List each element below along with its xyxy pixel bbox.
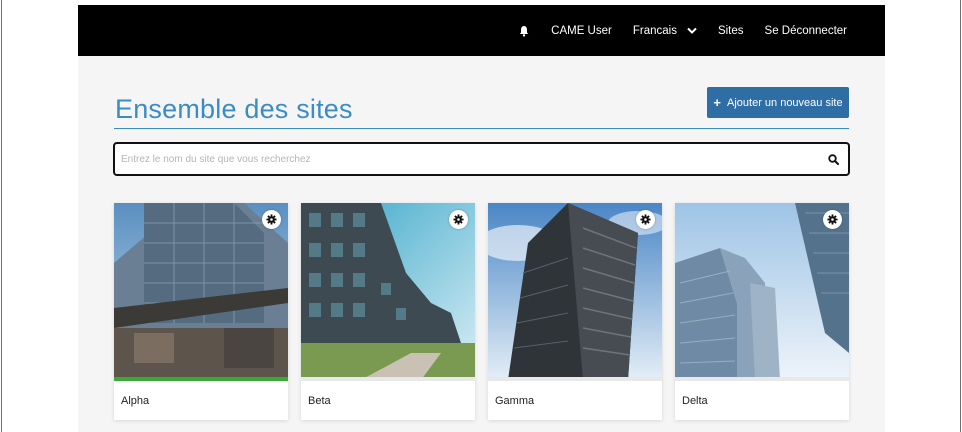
bell-icon — [519, 25, 529, 37]
gear-icon — [266, 214, 277, 225]
site-card-gamma[interactable]: Gamma — [488, 203, 662, 420]
site-image — [488, 203, 662, 380]
site-name: Gamma — [495, 395, 535, 407]
top-nav-bar: CAME User Francais Sites Se Déconnecter — [78, 5, 885, 56]
search-icon — [827, 153, 839, 165]
search-bar — [113, 142, 850, 176]
site-card-alpha[interactable]: Alpha — [114, 203, 288, 420]
site-card-delta[interactable]: Delta — [675, 203, 849, 420]
site-status-bar — [114, 377, 288, 381]
plus-icon: + — [713, 95, 721, 110]
gear-icon — [827, 214, 838, 225]
gear-icon — [640, 214, 651, 225]
site-settings-button[interactable] — [449, 210, 468, 229]
site-status-bar — [675, 377, 849, 381]
site-image — [301, 203, 475, 380]
site-settings-button[interactable] — [636, 210, 655, 229]
search-input[interactable] — [115, 144, 818, 174]
site-settings-button[interactable] — [823, 210, 842, 229]
chevron-down-icon — [687, 27, 697, 34]
page-title: Ensemble des sites — [115, 94, 353, 124]
site-name: Beta — [308, 395, 331, 407]
site-image — [114, 203, 288, 380]
site-name: Alpha — [121, 395, 150, 407]
site-status-bar — [488, 377, 662, 381]
logout-link[interactable]: Se Déconnecter — [765, 25, 847, 37]
window-border-right — [960, 0, 961, 432]
site-name: Delta — [682, 395, 708, 407]
site-settings-button[interactable] — [262, 210, 281, 229]
site-card-beta[interactable]: Beta — [301, 203, 475, 420]
window-border-left — [1, 0, 2, 432]
sites-link[interactable]: Sites — [718, 25, 744, 37]
main-content: Ensemble des sites + Ajouter un nouveau … — [78, 56, 885, 432]
add-site-button[interactable]: + Ajouter un nouveau site — [707, 87, 849, 118]
site-status-bar — [301, 377, 475, 381]
notifications-button[interactable] — [518, 25, 530, 37]
search-button[interactable] — [818, 144, 848, 174]
add-site-label: Ajouter un nouveau site — [727, 96, 843, 109]
gear-icon — [453, 214, 464, 225]
language-label: Francais — [632, 24, 677, 37]
title-divider — [114, 128, 849, 129]
site-card-grid: Alpha Beta Gamma Delta — [114, 203, 850, 421]
site-image — [675, 203, 849, 380]
user-name[interactable]: CAME User — [551, 25, 612, 37]
language-selector[interactable]: Francais — [633, 25, 697, 37]
